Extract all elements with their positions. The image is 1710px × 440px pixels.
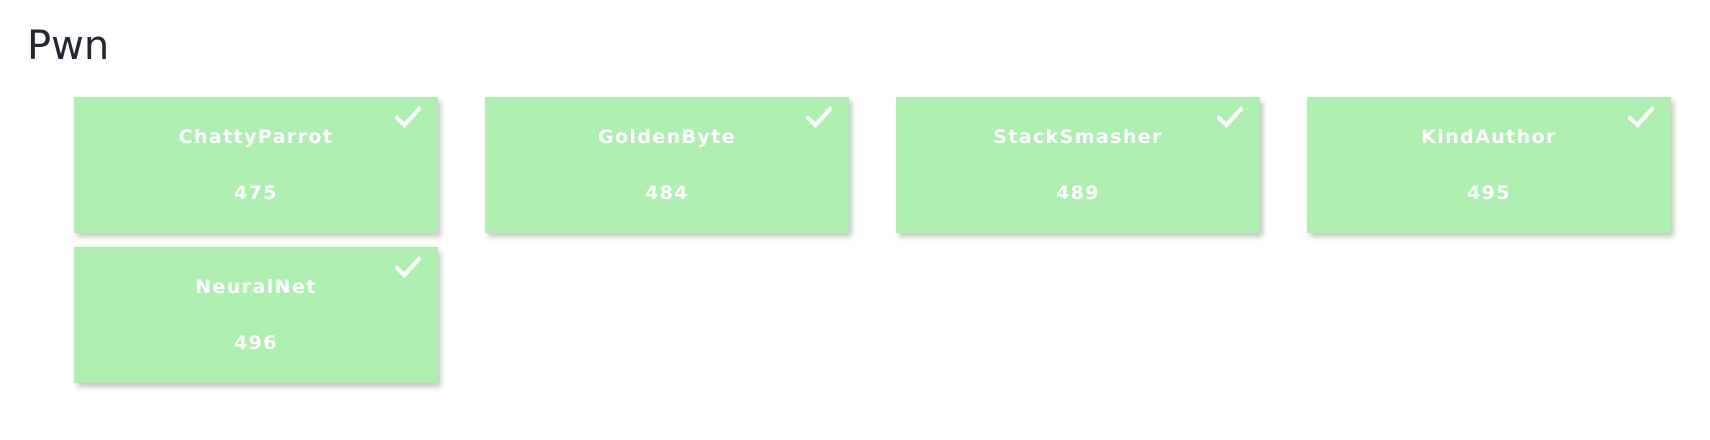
challenge-points: 489 [1056, 182, 1100, 204]
challenge-name: KindAuthor [1421, 126, 1557, 148]
challenge-card-goldenbyte[interactable]: GoldenByte 484 [485, 97, 849, 233]
challenge-name: GoldenByte [597, 126, 736, 148]
challenge-points: 484 [645, 182, 689, 204]
challenge-card-stacksmasher[interactable]: StackSmasher 489 [896, 97, 1260, 233]
challenge-points: 475 [234, 182, 278, 204]
challenge-points: 495 [1467, 182, 1511, 204]
challenge-points: 496 [234, 332, 278, 354]
challenge-name: NeuralNet [195, 276, 317, 298]
challenge-card-neuralnet[interactable]: NeuralNet 496 [74, 247, 438, 383]
challenge-name: StackSmasher [993, 126, 1163, 148]
challenge-card-chattyparrot[interactable]: ChattyParrot 475 [74, 97, 438, 233]
challenge-card-kindauthor[interactable]: KindAuthor 495 [1307, 97, 1671, 233]
challenge-name: ChattyParrot [178, 126, 334, 148]
challenge-grid: ChattyParrot 475 GoldenByte 484 StackSma… [74, 97, 1674, 383]
category-title: Pwn [27, 23, 110, 69]
